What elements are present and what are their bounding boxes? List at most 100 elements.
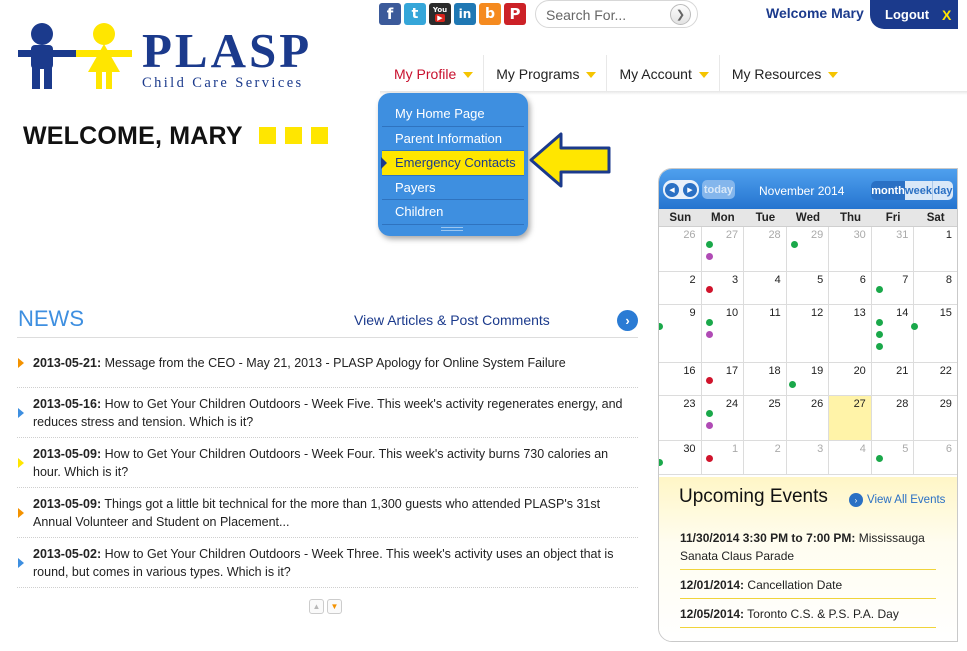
linkedin-icon[interactable]: in: [454, 3, 476, 25]
calendar-day[interactable]: 6: [914, 441, 957, 474]
next-month-icon[interactable]: ▶: [683, 182, 697, 197]
event-dot[interactable]: [705, 377, 713, 384]
calendar-day[interactable]: 4: [829, 441, 872, 474]
calendar-day[interactable]: 6: [829, 272, 872, 304]
plasp-logo[interactable]: PLASP Child Care Services: [18, 20, 348, 92]
calendar-day[interactable]: 7: [872, 272, 915, 304]
menu-item-emergency-contacts[interactable]: Emergency Contacts: [381, 151, 524, 176]
calendar-day[interactable]: 25: [744, 396, 787, 440]
calendar-day[interactable]: 28: [744, 227, 787, 271]
nav-my-programs[interactable]: My Programs: [484, 55, 608, 93]
calendar-day[interactable]: 26: [787, 396, 830, 440]
calendar-day[interactable]: 26: [659, 227, 702, 271]
calendar-day[interactable]: 1: [702, 441, 745, 474]
menu-item-payers[interactable]: Payers: [382, 176, 524, 200]
calendar-day[interactable]: 4: [744, 272, 787, 304]
calendar-day[interactable]: 30: [829, 227, 872, 271]
news-item[interactable]: 2013-05-21: Message from the CEO - May 2…: [17, 338, 638, 388]
calendar-day[interactable]: 9: [659, 305, 702, 362]
calendar-day[interactable]: 24: [702, 396, 745, 440]
chevron-right-icon[interactable]: ›: [617, 310, 638, 331]
calendar-day[interactable]: 2: [744, 441, 787, 474]
today-button[interactable]: today: [702, 180, 735, 199]
chevron-down-icon[interactable]: ▼: [327, 599, 342, 614]
calendar-day[interactable]: 22: [914, 363, 957, 395]
calendar-day[interactable]: 17: [702, 363, 745, 395]
calendar-day[interactable]: 15: [911, 305, 957, 362]
search-input[interactable]: [546, 5, 664, 25]
calendar-day[interactable]: 11: [744, 305, 787, 362]
calendar-day[interactable]: 5: [872, 441, 915, 474]
calendar-day[interactable]: 23: [659, 396, 702, 440]
chevron-up-icon[interactable]: ▲: [309, 599, 324, 614]
calendar-day[interactable]: 29: [914, 396, 957, 440]
calendar-day[interactable]: 28: [872, 396, 915, 440]
event-dot[interactable]: [875, 319, 883, 326]
event-item[interactable]: 11/30/2014 3:30 PM to 7:00 PM: Mississau…: [680, 529, 936, 570]
news-item[interactable]: 2013-05-02: How to Get Your Children Out…: [17, 538, 638, 588]
menu-item-children[interactable]: Children: [382, 200, 524, 225]
news-item[interactable]: 2013-05-16: How to Get Your Children Out…: [17, 388, 638, 438]
calendar-day[interactable]: 8: [914, 272, 957, 304]
event-dot[interactable]: [705, 422, 713, 429]
event-dot[interactable]: [659, 459, 663, 466]
calendar-day[interactable]: 13: [829, 305, 872, 362]
view-articles-link[interactable]: View Articles & Post Comments: [354, 312, 550, 328]
event-dot[interactable]: [875, 331, 883, 338]
event-dot[interactable]: [705, 253, 713, 260]
view-month-button[interactable]: month: [871, 181, 905, 200]
event-dot[interactable]: [790, 241, 798, 248]
view-all-events-link[interactable]: › View All Events: [849, 493, 945, 507]
calendar-day[interactable]: 12: [787, 305, 830, 362]
calendar-day[interactable]: 20: [829, 363, 872, 395]
menu-item-parent-information[interactable]: Parent Information: [382, 127, 524, 151]
calendar-day[interactable]: 31: [872, 227, 915, 271]
event-dot[interactable]: [705, 410, 713, 417]
facebook-icon[interactable]: f: [379, 3, 401, 25]
calendar-day[interactable]: 3: [787, 441, 830, 474]
nav-my-profile[interactable]: My Profile: [382, 55, 485, 93]
calendar-day[interactable]: 18: [744, 363, 787, 395]
calendar-day[interactable]: 19: [787, 363, 830, 395]
calendar-day[interactable]: 27: [702, 227, 745, 271]
news-item[interactable]: 2013-05-09: How to Get Your Children Out…: [17, 438, 638, 488]
event-dot[interactable]: [705, 286, 713, 293]
youtube-icon[interactable]: You ▶: [429, 3, 451, 25]
event-dot[interactable]: [705, 331, 713, 338]
event-dot[interactable]: [705, 241, 713, 248]
event-dot[interactable]: [659, 323, 663, 330]
nav-my-account[interactable]: My Account: [607, 55, 720, 93]
logout-button[interactable]: Logout X: [870, 0, 958, 29]
search-go-icon[interactable]: ❯: [670, 4, 691, 25]
pinterest-icon[interactable]: P: [504, 3, 526, 25]
event-dot[interactable]: [875, 343, 883, 350]
twitter-icon[interactable]: t: [404, 3, 426, 25]
calendar-day[interactable]: 2: [659, 272, 702, 304]
calendar-day[interactable]: 21: [872, 363, 915, 395]
calendar-day-today[interactable]: 27: [829, 396, 872, 440]
event-dot[interactable]: [875, 286, 883, 293]
event-item[interactable]: 12/01/2014: Cancellation Date: [680, 576, 936, 599]
nav-my-resources[interactable]: My Resources: [720, 55, 848, 93]
view-week-button[interactable]: week: [905, 181, 932, 200]
event-dot[interactable]: [875, 455, 883, 462]
news-item[interactable]: 2013-05-09: Things got a little bit tech…: [17, 488, 638, 538]
view-day-button[interactable]: day: [932, 181, 953, 200]
calendar-day[interactable]: 10: [702, 305, 745, 362]
blogger-icon[interactable]: b: [479, 3, 501, 25]
calendar-day[interactable]: 29: [787, 227, 830, 271]
event-item[interactable]: 12/05/2014: Toronto C.S. & P.S. P.A. Day: [680, 605, 936, 628]
menu-item-my-home-page[interactable]: My Home Page: [382, 102, 524, 127]
event-dot[interactable]: [788, 381, 796, 388]
weekday-label: Wed: [795, 212, 820, 224]
calendar-day[interactable]: 1: [914, 227, 957, 271]
event-dot[interactable]: [705, 455, 713, 462]
event-dot[interactable]: [911, 323, 919, 330]
calendar-day[interactable]: 14: [872, 305, 915, 362]
event-dot[interactable]: [705, 319, 713, 326]
calendar-day[interactable]: 5: [787, 272, 830, 304]
prev-month-icon[interactable]: ◀: [665, 182, 679, 197]
calendar-day[interactable]: 3: [702, 272, 745, 304]
calendar-day[interactable]: 16: [659, 363, 702, 395]
calendar-day[interactable]: 30: [659, 441, 702, 474]
